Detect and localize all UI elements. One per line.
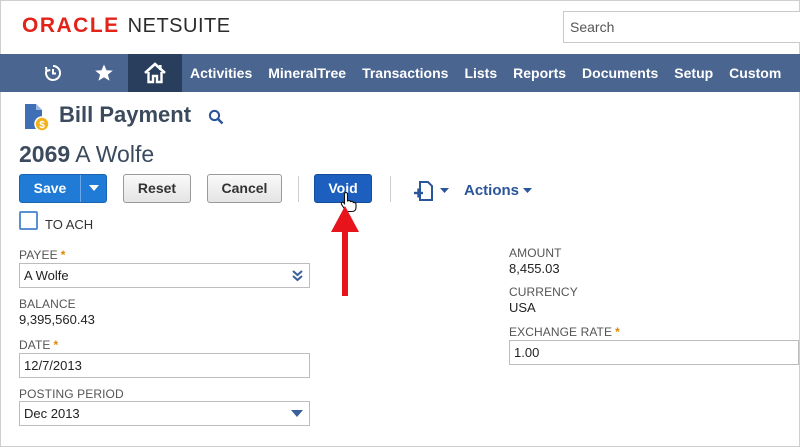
required-marker: * — [615, 325, 620, 339]
home-button[interactable] — [128, 54, 182, 92]
exchange-rate-label-text: EXCHANGE RATE — [509, 325, 613, 339]
reset-button[interactable]: Reset — [123, 174, 191, 203]
posting-period-value: Dec 2013 — [24, 406, 80, 421]
exchange-rate-field[interactable]: 1.00 — [509, 340, 799, 365]
record-number: 2069 — [19, 141, 71, 167]
required-marker: * — [53, 338, 59, 352]
save-dropdown-toggle[interactable] — [80, 175, 106, 202]
nav-transactions[interactable]: Transactions — [354, 54, 456, 92]
balance-value: 9,395,560.43 — [19, 312, 95, 327]
record-header: 2069 A Wolfe — [19, 141, 154, 168]
date-label: DATE * — [19, 338, 58, 352]
date-label-text: DATE — [19, 338, 51, 352]
caret-down-icon — [440, 188, 449, 193]
page-title: Bill Payment — [59, 102, 192, 127]
toolbar-divider — [298, 176, 299, 202]
record-name: A Wolfe — [75, 141, 155, 167]
currency-value: USA — [509, 300, 536, 315]
actions-label: Actions — [464, 182, 520, 199]
payee-label: PAYEE * — [19, 248, 66, 262]
nav-reports[interactable]: Reports — [505, 54, 574, 92]
new-record-button[interactable] — [413, 180, 449, 202]
nav-custom[interactable]: Custom — [721, 54, 789, 92]
currency-label: CURRENCY — [509, 285, 578, 299]
posting-period-label: POSTING PERIOD — [19, 387, 124, 401]
caret-down-icon — [523, 187, 533, 193]
posting-period-select[interactable]: Dec 2013 — [19, 401, 310, 426]
amount-value: 8,455.03 — [509, 261, 560, 276]
nav-mineraltree[interactable]: MineralTree — [260, 54, 354, 92]
svg-text:$: $ — [39, 120, 45, 131]
payee-label-text: PAYEE — [19, 248, 58, 262]
save-button[interactable]: Save — [19, 174, 107, 203]
nav-activities[interactable]: Activities — [182, 54, 260, 92]
exchange-rate-value: 1.00 — [514, 345, 540, 360]
clock-icon — [45, 64, 62, 81]
payee-value: A Wolfe — [24, 268, 69, 283]
save-button-label: Save — [33, 180, 67, 196]
payee-select[interactable]: A Wolfe — [19, 263, 310, 288]
global-search-input[interactable] — [563, 11, 800, 43]
to-ach-checkbox[interactable] — [19, 211, 38, 230]
recent-records-button[interactable] — [26, 54, 80, 92]
nav-documents[interactable]: Documents — [574, 54, 666, 92]
date-field[interactable]: 12/7/2013 — [19, 353, 310, 378]
logo-oracle-text: ORACLE — [22, 14, 120, 37]
double-chevron-down-icon — [292, 270, 303, 282]
star-icon — [95, 64, 113, 81]
nav-lists[interactable]: Lists — [456, 54, 505, 92]
favorites-button[interactable] — [80, 54, 128, 92]
nav-setup[interactable]: Setup — [666, 54, 721, 92]
netsuite-logo[interactable]: ORACLE NETSUITE — [22, 14, 231, 37]
cancel-button[interactable]: Cancel — [207, 174, 282, 203]
amount-label: AMOUNT — [509, 246, 562, 260]
caret-down-icon — [291, 410, 303, 417]
caret-down-icon — [88, 185, 99, 191]
balance-label: BALANCE — [19, 297, 76, 311]
document-icon: $ — [25, 104, 50, 132]
date-value: 12/7/2013 — [24, 358, 82, 373]
search-icon[interactable] — [208, 109, 224, 125]
new-document-icon — [414, 181, 433, 201]
to-ach-label: TO ACH — [45, 217, 94, 232]
required-marker: * — [60, 248, 66, 262]
actions-menu[interactable]: Actions — [464, 182, 533, 199]
main-navbar: Activities MineralTree Transactions List… — [0, 54, 800, 92]
home-icon — [144, 62, 166, 84]
toolbar-divider — [390, 176, 391, 202]
annotation-arrow-icon — [331, 206, 359, 296]
logo-netsuite-text: NETSUITE — [127, 14, 231, 37]
exchange-rate-label: EXCHANGE RATE * — [509, 325, 620, 339]
